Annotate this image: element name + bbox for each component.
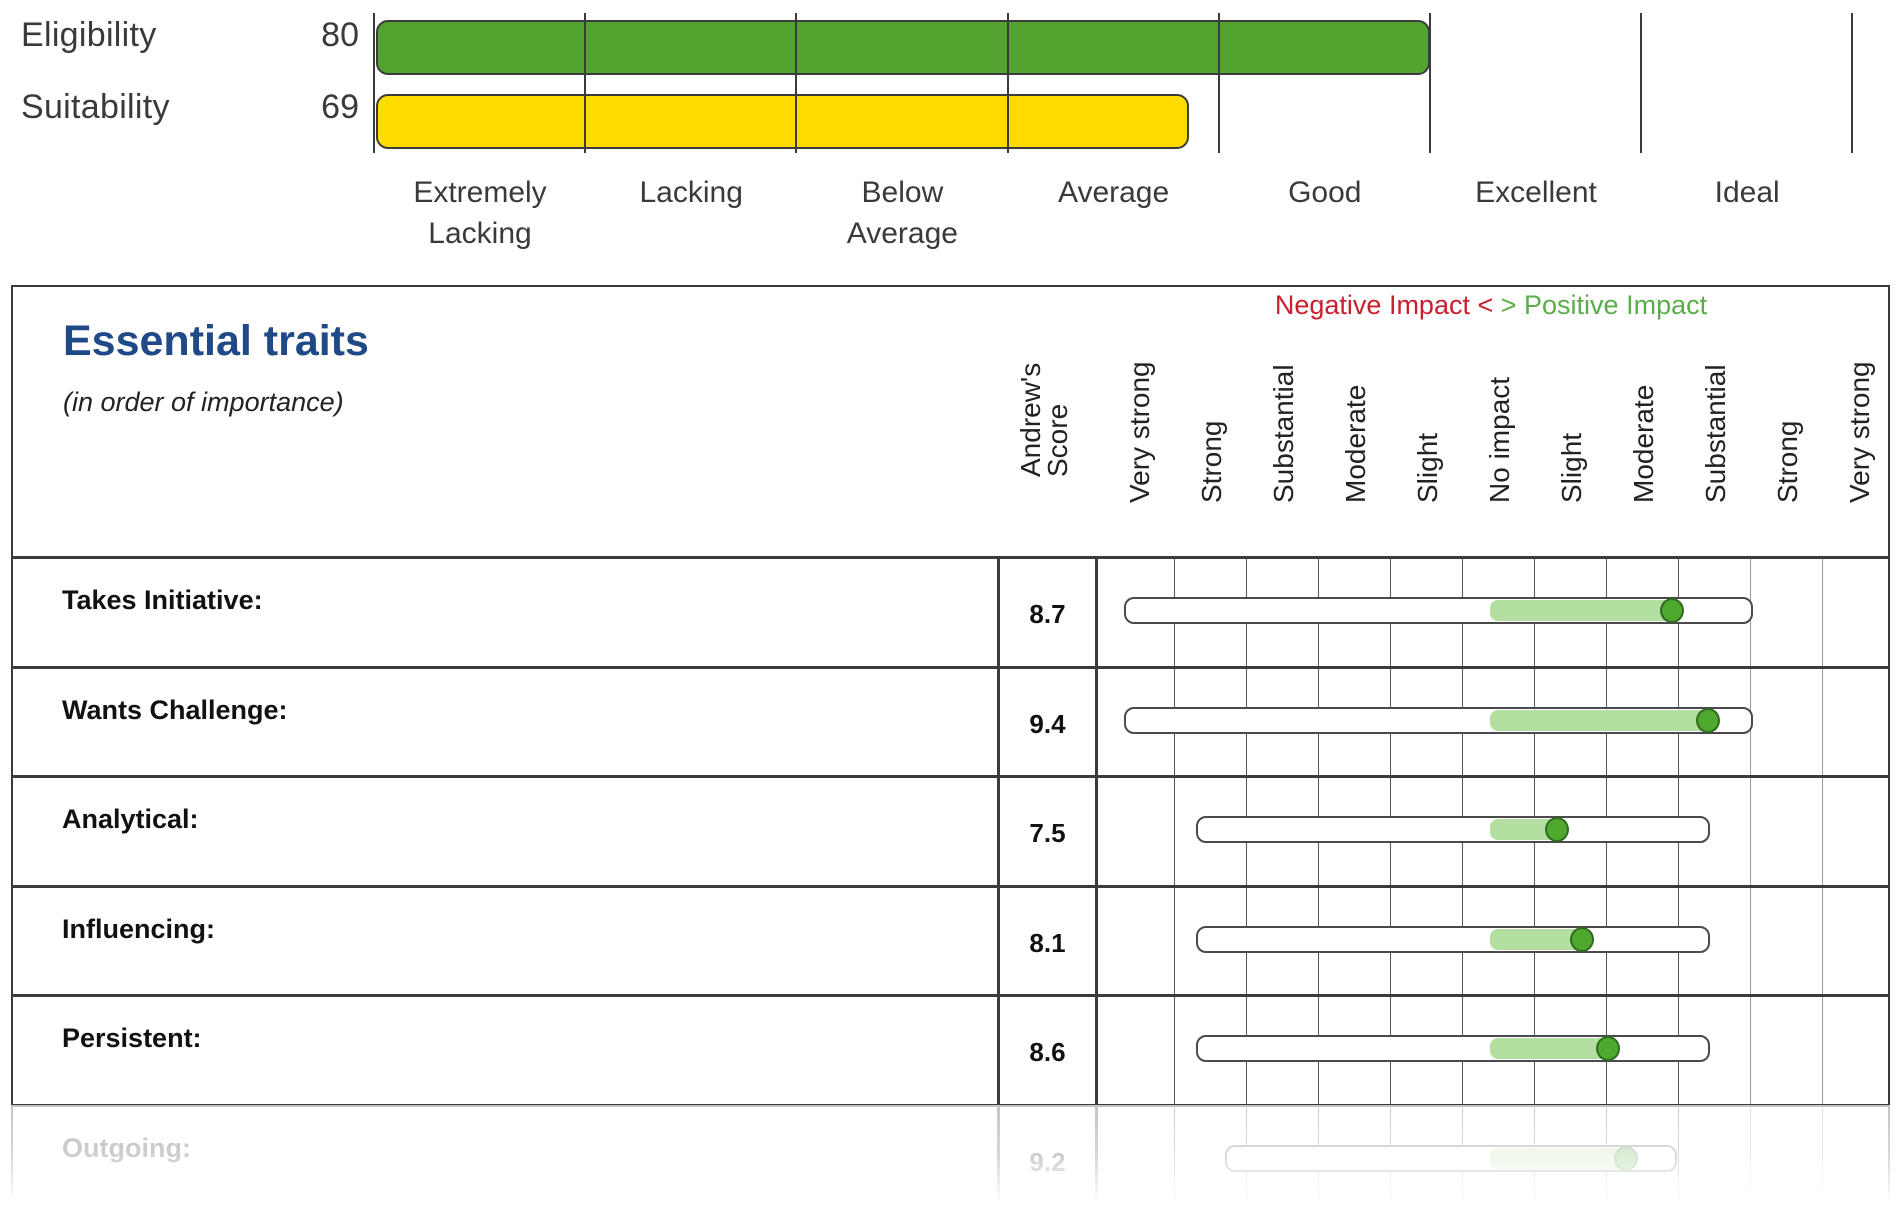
impact-column-header-text: Substantial: [1700, 364, 1731, 503]
suitability-bar: [376, 94, 1189, 149]
eligibility-bar: [376, 20, 1430, 75]
trait-name: Wants Challenge:: [62, 694, 288, 725]
impact-column-header-text: Substantial: [1268, 364, 1299, 503]
suitability-value: 69: [321, 88, 359, 126]
impact-fill: [1490, 709, 1709, 731]
impact-gridline: [1822, 778, 1823, 885]
score-cell: 8.1: [1000, 887, 1098, 995]
impact-gridline: [1678, 1106, 1679, 1214]
impact-column-header-text: Strong: [1772, 420, 1803, 504]
impact-range-bar: [1196, 816, 1710, 843]
impact-gridline: [1822, 668, 1823, 776]
impact-range-bar: [1196, 1035, 1710, 1062]
score-marker: [1696, 707, 1721, 733]
trait-score: 8.7: [1029, 599, 1066, 629]
table-header: Essential traits (in order of importance…: [11, 285, 1890, 557]
trait-name: Persistent:: [62, 1023, 202, 1053]
rating-category-label: Lacking: [639, 176, 743, 209]
rating-gridline: [373, 13, 375, 153]
trait-name-cell: Outgoing:: [11, 1106, 1000, 1214]
trait-name-cell: Influencing:: [11, 887, 1000, 995]
rating-category-label: Average: [1057, 176, 1170, 209]
rating-chart: Eligibility 80 Suitability 69 Extremely …: [0, 0, 1898, 270]
impact-fill: [1490, 1038, 1608, 1059]
impact-gridline: [1822, 997, 1823, 1104]
score-marker: [1570, 926, 1595, 952]
impact-gridline: [1822, 887, 1823, 995]
rating-category-label: Below Average: [846, 176, 958, 250]
rating-category-label: Ideal: [1714, 176, 1780, 209]
impact-column-header-text: No impact: [1484, 376, 1515, 503]
suitability-label: Suitability: [21, 88, 170, 126]
impact-gridline: [1174, 778, 1175, 885]
trait-row: Persistent: 8.6: [11, 994, 1890, 1104]
rating-category-label: Excellent: [1475, 176, 1597, 209]
eligibility-value: 80: [321, 16, 359, 54]
trait-row: Analytical: 7.5: [11, 775, 1890, 885]
trait-row: Influencing: 8.1: [11, 884, 1890, 995]
trait-name-cell: Wants Challenge:: [11, 668, 1000, 776]
rating-gridline: [1640, 13, 1643, 153]
score-cell: 7.5: [1000, 778, 1098, 885]
score-header-text: Andrew's Score: [1015, 362, 1073, 477]
negative-impact-label: Negative Impact <: [1274, 290, 1494, 320]
impact-column-header-text: Moderate: [1340, 384, 1371, 503]
impact-gridline: [1174, 997, 1175, 1104]
impact-gridline: [1750, 997, 1751, 1104]
impact-gridline: [1174, 887, 1175, 995]
eligibility-label: Eligibility: [21, 16, 157, 54]
positive-impact-label: > Positive Impact: [1500, 290, 1708, 320]
section-subtitle: (in order of importance): [63, 387, 344, 417]
rating-gridline: [1429, 13, 1431, 153]
rating-gridline: [584, 13, 587, 153]
impact-range-bar: [1196, 925, 1710, 953]
trait-row: Wants Challenge: 9.4: [11, 665, 1890, 776]
trait-score: 7.5: [1029, 818, 1066, 848]
trait-score: 9.4: [1029, 708, 1066, 739]
impact-gridline: [1750, 1106, 1751, 1214]
score-cell: 8.7: [1000, 559, 1098, 666]
trait-name: Takes Initiative:: [62, 585, 263, 615]
trait-row: Outgoing: 9.2: [11, 1103, 1890, 1214]
impact-gridline: [1822, 559, 1823, 666]
trait-name: Influencing:: [62, 913, 215, 944]
trait-row: Takes Initiative: 8.7: [11, 556, 1890, 666]
trait-score: 8.1: [1029, 927, 1066, 958]
trait-name-cell: Analytical:: [11, 778, 1000, 885]
score-cell: 8.6: [1000, 997, 1098, 1104]
trait-name-cell: Persistent:: [11, 997, 1000, 1104]
score-cell: 9.2: [1000, 1106, 1098, 1214]
impact-fill: [1490, 600, 1673, 621]
rating-gridline: [1006, 13, 1009, 153]
section-title: Essential traits: [63, 317, 369, 365]
impact-gridline: [1750, 887, 1751, 995]
impact-column-header-text: Slight: [1412, 432, 1443, 503]
impact-gridline: [1750, 778, 1751, 885]
impact-gridline: [1174, 1106, 1175, 1214]
trait-score: 9.2: [1029, 1146, 1066, 1177]
trait-name: Analytical:: [62, 804, 199, 834]
impact-column-header-text: Slight: [1556, 432, 1587, 503]
rating-gridline: [1851, 13, 1854, 153]
rating-category-label: Extremely Lacking: [413, 176, 547, 250]
impact-gridline: [1822, 1106, 1823, 1214]
score-cell: 9.4: [1000, 668, 1098, 776]
impact-fill: [1490, 1147, 1626, 1169]
score-marker: [1613, 1145, 1638, 1171]
rating-gridline: [1217, 13, 1220, 153]
trait-score: 8.6: [1029, 1037, 1066, 1067]
impact-column-header-text: Moderate: [1628, 384, 1659, 503]
rating-gridline: [795, 13, 798, 153]
impact-fill: [1490, 928, 1583, 950]
rating-category-label: Good: [1288, 176, 1362, 209]
trait-name: Outgoing:: [62, 1132, 191, 1163]
impact-column-header-text: Strong: [1196, 420, 1227, 504]
impact-legend: Negative Impact < > Positive Impact: [1254, 290, 1728, 321]
impact-column-header-text: Very strong: [1124, 361, 1155, 503]
score-marker: [1595, 1036, 1620, 1061]
trait-name-cell: Takes Initiative:: [11, 559, 1000, 666]
impact-column-header-text: Very strong: [1844, 361, 1875, 503]
essential-traits-table: Essential traits (in order of importance…: [11, 285, 1890, 1232]
